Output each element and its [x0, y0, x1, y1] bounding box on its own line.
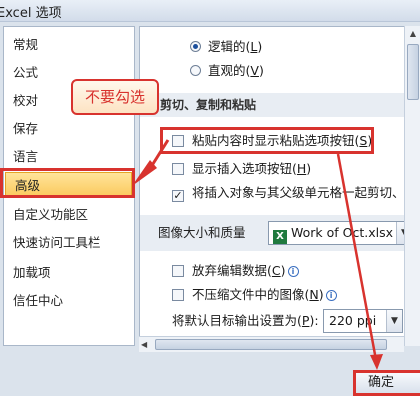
nav-item-customize-ribbon[interactable]: 自定义功能区 — [4, 202, 134, 228]
dropdown-arrow-icon: ▼ — [386, 310, 402, 332]
info-icon[interactable]: i — [287, 266, 299, 277]
nav-item-addins[interactable]: 加载项 — [4, 260, 134, 286]
checkbox-unchecked-icon[interactable] — [172, 163, 184, 175]
options-content: 逻辑的(L) 直观的(V) 剪切、复制和粘贴 粘贴内容时显示粘贴选项按钮(S) … — [139, 26, 420, 346]
paste-option-highlight-box — [160, 127, 374, 154]
opt-discard-edit[interactable]: 放弃编辑数据(C) i — [172, 261, 299, 281]
scroll-up-icon[interactable]: ▲ — [405, 26, 420, 42]
checkmark-icon[interactable]: ✓ — [172, 190, 184, 202]
annotation-callout: 不要勾选 — [71, 79, 159, 115]
opt-no-compress[interactable]: 不压缩文件中的图像(N) i — [172, 285, 337, 305]
image-workbook-select[interactable]: XWork of Oct.xlsx ▼ — [268, 221, 413, 245]
horizontal-scrollbar[interactable]: ◀ — [139, 336, 404, 352]
nav-item-quick-access[interactable]: 快速访问工具栏 — [4, 230, 134, 256]
nav-item-save[interactable]: 保存 — [4, 116, 134, 142]
radio-visual[interactable]: 直观的(V) — [190, 61, 264, 81]
radio-unselected-icon — [190, 65, 201, 76]
nav-item-trust-center[interactable]: 信任中心 — [4, 288, 134, 314]
nav-item-language[interactable]: 语言 — [4, 144, 134, 170]
radio-logical[interactable]: 逻辑的(L) — [190, 37, 262, 57]
image-workbook-value: Work of Oct.xlsx — [291, 225, 394, 240]
default-output-value: 220 ppi — [329, 313, 377, 328]
scroll-left-icon[interactable]: ◀ — [141, 337, 147, 353]
default-output-select[interactable]: 220 ppi ▼ — [323, 309, 403, 333]
checkbox-unchecked-icon[interactable] — [172, 289, 184, 301]
section-cut-copy-paste: 剪切、复制和粘贴 — [140, 93, 419, 117]
opt-cut-copy-sort[interactable]: ✓ 将插入对象与其父级单元格一起剪切、复制 — [172, 183, 419, 203]
scroll-thumb[interactable] — [407, 44, 419, 100]
title-bar: Excel 选项 — [0, 0, 420, 22]
arrow-to-ok-head — [370, 354, 383, 370]
window-title: Excel 选项 — [0, 6, 62, 21]
radio-selected-icon — [190, 41, 201, 52]
vertical-scrollbar[interactable]: ▲ — [404, 26, 420, 346]
nav-item-general[interactable]: 常规 — [4, 32, 134, 58]
section-image-size-label: 图像大小和质量 — [158, 225, 246, 240]
opt-insert-options[interactable]: 显示插入选项按钮(H) — [172, 159, 311, 179]
default-output-row: 将默认目标输出设置为(P): — [172, 313, 319, 328]
info-icon[interactable]: i — [325, 290, 337, 301]
advanced-highlight-box — [0, 168, 135, 198]
hscroll-thumb[interactable] — [155, 339, 387, 350]
excel-file-icon: X — [273, 230, 287, 244]
checkbox-unchecked-icon[interactable] — [172, 265, 184, 277]
ok-button[interactable]: 确定 — [353, 370, 420, 396]
